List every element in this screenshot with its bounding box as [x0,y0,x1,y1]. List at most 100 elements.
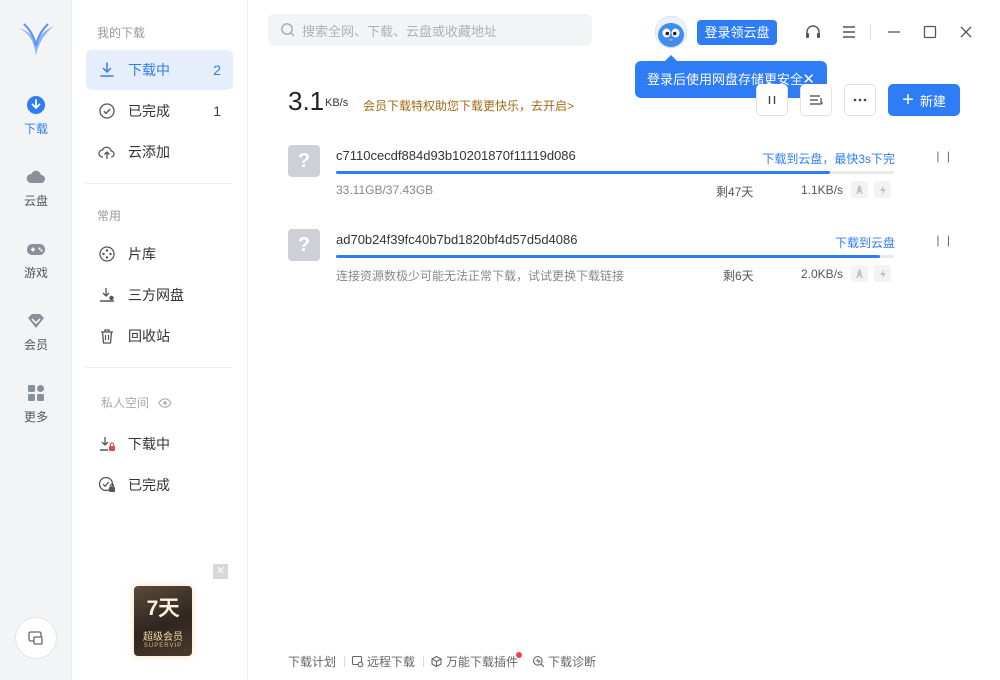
app-logo-icon [14,18,58,62]
hamburger-icon [843,26,855,38]
eye-icon[interactable] [158,397,172,409]
download-icon [100,62,114,77]
new-task-button[interactable]: + 新建 [888,84,960,116]
vip-promo-banner[interactable]: 7天 超级会员 SUPERVIP [134,586,192,656]
sidebar-item-downloading[interactable]: 下载中 2 [86,50,233,90]
pause-all-button[interactable] [756,84,788,116]
promo-close-button[interactable]: ✕ [213,564,228,579]
pause-icon [768,96,776,104]
customer-service-button[interactable] [803,22,823,42]
sidebar-item-label: 已完成 [128,477,170,493]
list-sort-icon [810,95,823,106]
lightning-icon [879,268,886,279]
main-menu-button[interactable] [839,22,859,42]
lightning-icon [879,184,886,195]
sidebar-item-film-library[interactable]: 片库 [86,234,233,274]
new-task-label: 新建 [919,93,946,109]
download-to-cloud-link[interactable]: 下载到云盘 [835,234,895,251]
download-diagnosis-link[interactable]: 下载诊断 [532,653,596,670]
promo-title: 超级会员 [143,632,183,643]
search-input[interactable]: 搜索全网、下载、云盘或收藏地址 [268,14,592,46]
minimize-button[interactable] [884,22,904,42]
speedup-rocket-button[interactable] [851,181,868,198]
vip-speedup-link[interactable]: 会员下载特权助您下载更快乐，去开启> [363,97,574,114]
task-speed: 1.1KB/s [801,183,844,197]
sidebar-item-private-completed[interactable]: 已完成 [86,465,233,505]
gamepad-icon [27,244,45,255]
cloud-icon [26,170,45,183]
cube-icon [431,655,442,668]
footer-label: 万能下载插件 [446,655,519,669]
boost-lightning-button[interactable] [874,265,891,282]
private-space-label: 私人空间 [101,396,150,410]
task-progress-fill [336,255,881,258]
plus-icon: + [902,89,914,111]
task-remaining-time: 剩6天 [723,269,754,283]
task-size: 33.11GB/37.43GB [336,183,434,197]
divider [86,183,232,184]
minimize-icon [888,31,900,33]
sidebar-item-private-downloading[interactable]: 下载中 [86,424,233,464]
rail-item-cloud[interactable]: 云盘 [0,166,72,226]
sidebar-item-completed[interactable]: 已完成 1 [86,91,233,131]
rail-item-more[interactable]: 更多 [0,382,72,442]
login-button[interactable]: 登录领云盘 [697,20,777,45]
count-badge: 1 [213,103,221,119]
lock-check-icon [98,476,115,492]
sidebar-item-recycle-bin[interactable]: 回收站 [86,316,233,356]
total-speed-unit: KB/s [325,97,349,109]
task-row[interactable]: ? ad70b24f39fc40b7bd1820bf4d57d5d4086 下载… [288,229,960,289]
download-to-cloud-link[interactable]: 下载到云盘，最快3s下完 [762,150,895,167]
sort-button[interactable] [800,84,832,116]
close-button[interactable] [956,22,976,42]
footer-label: 下载诊断 [548,655,597,669]
remote-download-link[interactable]: 远程下载 [351,653,415,670]
sidebar-item-label: 已完成 [128,103,170,119]
rail-label: 下载 [23,122,48,136]
ellipsis-icon [853,98,867,102]
headset-icon [806,25,820,38]
universal-plugin-link[interactable]: 万能下载插件 [430,651,524,670]
task-pause-button[interactable]: | | [936,233,952,247]
sidebar-item-label: 下载中 [128,62,170,78]
rail-label: 更多 [23,410,48,424]
task-progress-bar [336,255,894,258]
rocket-icon [856,184,863,194]
sidebar-item-third-party-drive[interactable]: 三方网盘 [86,275,233,315]
avatar[interactable] [655,16,687,48]
sidebar-item-label: 下载中 [128,436,170,452]
more-options-button[interactable] [844,84,876,116]
rail-label: 游戏 [23,266,48,280]
lock-download-icon [100,437,115,451]
task-progress-bar [336,171,894,174]
footer-separator [344,656,346,667]
search-icon [281,23,295,37]
maximize-button[interactable] [920,22,940,42]
download-icon [27,96,45,114]
close-icon [960,26,972,38]
unknown-file-icon: ? [288,229,320,261]
rail-item-games[interactable]: 游戏 [0,238,72,298]
rail-item-vip[interactable]: 会员 [0,310,72,370]
download-plan-link[interactable]: 下载计划 [288,653,336,670]
task-pause-button[interactable]: | | [936,149,952,163]
login-tooltip: 登录后使用网盘存储更安全 ✕ [635,55,827,98]
sidebar: 我的下载 下载中 2 已完成 1 云添加 常用 片库 三方网盘 回收站 私人空间… [72,0,248,680]
speedup-rocket-button[interactable] [851,265,868,282]
footer-label: 远程下载 [367,655,416,669]
sidebar-item-cloud-add[interactable]: 云添加 [86,132,233,172]
task-name: ad70b24f39fc40b7bd1820bf4d57d5d4086 [336,232,578,247]
task-row[interactable]: ? c7110cecdf884d93b10201870f11119d086 下载… [288,145,960,205]
promo-days: 7天 [146,597,180,620]
promo-subtitle: SUPERVIP [143,643,183,649]
notification-dot [516,651,523,658]
download-drive-icon [100,288,114,302]
sidebar-item-label: 回收站 [128,328,170,344]
sidebar-item-label: 三方网盘 [128,287,184,303]
rail-item-download[interactable]: 下载 [0,94,72,154]
mini-mode-button[interactable] [15,617,57,659]
boost-lightning-button[interactable] [874,181,891,198]
section-title-private: 私人空间 [101,394,172,411]
rail-label: 云盘 [23,194,48,208]
maximize-icon [923,25,937,39]
